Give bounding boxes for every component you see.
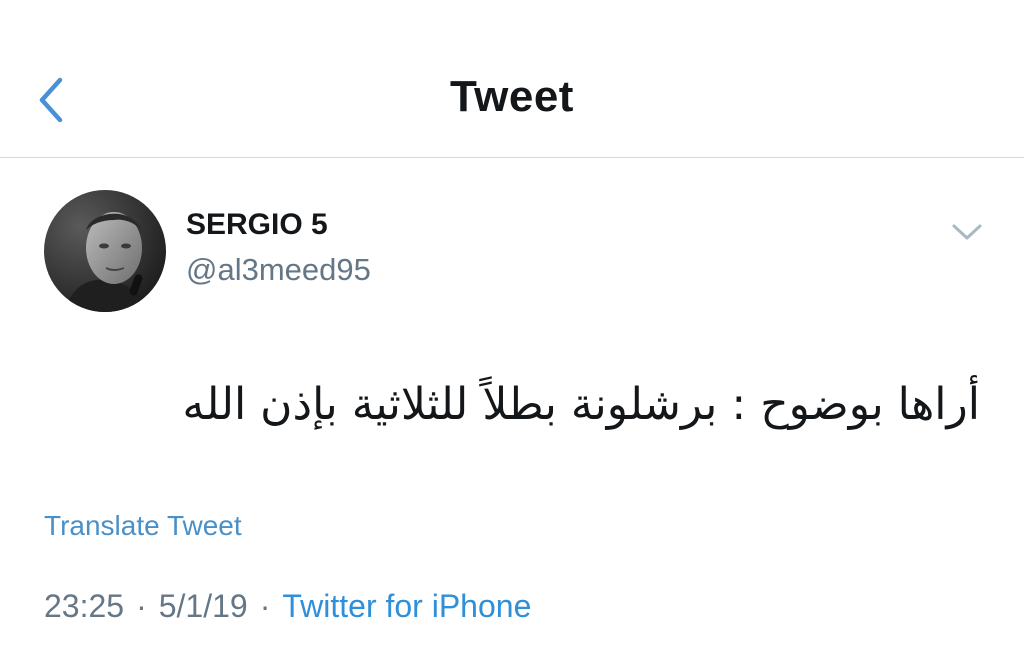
username[interactable]: @al3meed95 xyxy=(186,252,371,288)
avatar[interactable] xyxy=(44,190,166,312)
tweet-date: 5/1/19 xyxy=(158,588,248,624)
page-title: Tweet xyxy=(450,72,574,121)
separator: · xyxy=(136,588,147,624)
tweet-meta: 23:25 · 5/1/19 · Twitter for iPhone xyxy=(44,588,531,625)
chevron-down-icon xyxy=(952,224,982,240)
profile-photo xyxy=(44,190,166,312)
tweet-options-button[interactable] xyxy=(946,214,988,250)
display-name[interactable]: SERGIO 5 xyxy=(186,208,328,242)
translate-tweet-link[interactable]: Translate Tweet xyxy=(44,510,242,542)
tweet-text: أراها بوضوح : برشلونة بطلاً للثلاثية بإذ… xyxy=(182,379,980,430)
tweet-time: 23:25 xyxy=(44,588,125,624)
tweet-detail-screen: Tweet SERGIO 5 @al3meed95 أراها بوضوح: … xyxy=(0,0,1024,664)
separator: · xyxy=(259,588,271,624)
tweet-source-link[interactable]: Twitter for iPhone xyxy=(282,588,531,624)
navigation-bar: Tweet xyxy=(0,0,1024,158)
